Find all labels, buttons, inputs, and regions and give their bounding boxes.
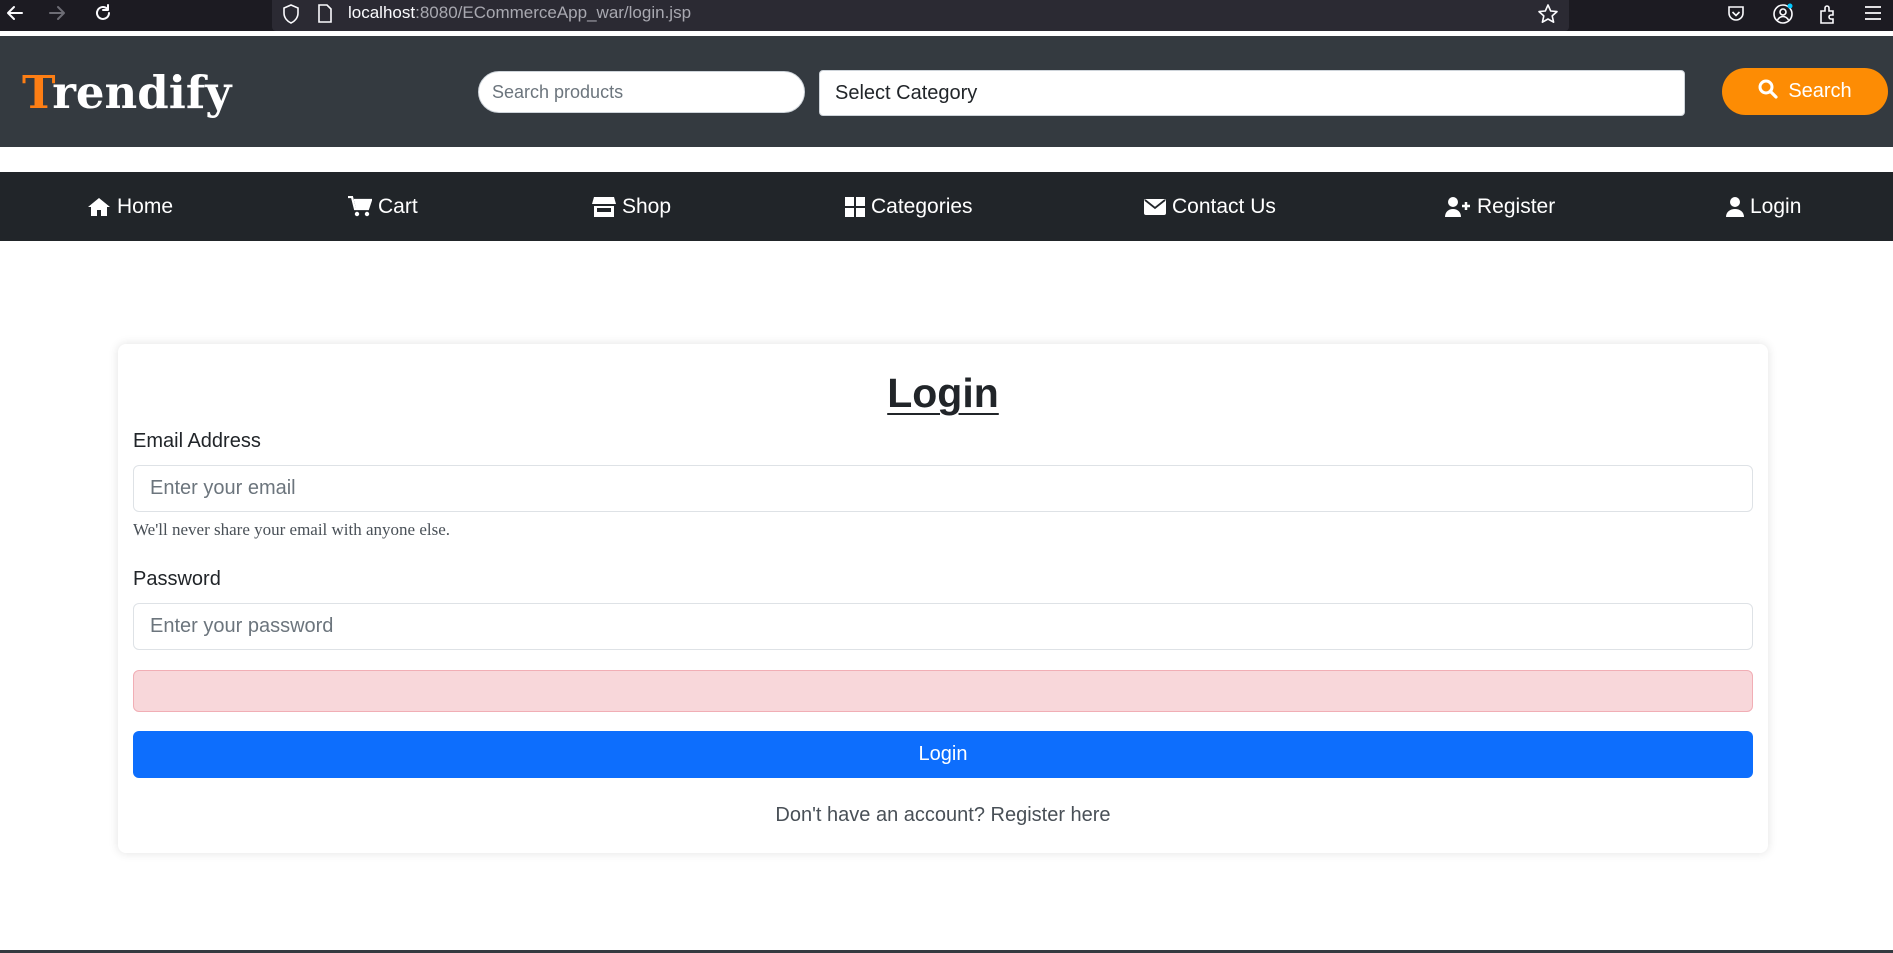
shield-icon[interactable] <box>282 4 300 29</box>
cart-icon <box>348 195 372 218</box>
error-alert <box>133 670 1753 712</box>
register-link[interactable]: Don't have an account? Register here <box>118 804 1768 827</box>
search-button-label: Search <box>1788 80 1852 102</box>
login-button[interactable]: Login <box>133 731 1753 778</box>
nav-item-login[interactable]: Login <box>1726 172 1801 241</box>
grid-icon <box>845 196 865 217</box>
nav-item-shop[interactable]: Shop <box>592 172 671 241</box>
menu-icon[interactable] <box>1864 5 1882 26</box>
nav-item-label: Home <box>117 194 174 218</box>
search-input[interactable] <box>478 71 805 113</box>
bookmark-star-icon[interactable] <box>1537 3 1559 30</box>
email-label: Email Address <box>133 430 261 452</box>
user-plus-icon <box>1445 196 1471 217</box>
pocket-icon[interactable] <box>1726 4 1746 29</box>
category-select-value: Select Category <box>835 81 978 104</box>
nav-item-categories[interactable]: Categories <box>845 172 973 241</box>
search-button[interactable]: Search <box>1722 68 1888 115</box>
nav-item-home[interactable]: Home <box>87 172 173 241</box>
page-icon[interactable] <box>317 4 333 28</box>
nav-item-label: Cart <box>378 194 418 218</box>
nav-item-label: Contact Us <box>1172 194 1276 218</box>
browser-toolbar: localhost:8080/ECommerceApp_war/login.js… <box>0 0 1893 31</box>
email-help-text: We'll never share your email with anyone… <box>133 520 451 539</box>
email-field[interactable] <box>133 465 1753 512</box>
forward-arrow-icon[interactable] <box>42 0 72 26</box>
brand-logo[interactable]: Trendify <box>22 66 231 119</box>
page-title: Login <box>887 370 999 416</box>
envelope-icon <box>1144 198 1166 216</box>
login-card: Login Email Address We'll never share yo… <box>118 344 1768 853</box>
account-icon[interactable] <box>1772 3 1794 30</box>
url-text[interactable]: localhost:8080/ECommerceApp_war/login.js… <box>348 3 691 23</box>
user-icon <box>1726 196 1744 217</box>
nav-item-label: Login <box>1750 194 1802 218</box>
category-select[interactable]: Select Category <box>819 70 1685 116</box>
home-icon <box>87 197 111 217</box>
password-label: Password <box>133 568 221 590</box>
main-navbar: Home Cart Shop Categories Contact Us Reg… <box>0 172 1893 241</box>
nav-item-label: Register <box>1477 194 1556 218</box>
password-field[interactable] <box>133 603 1753 650</box>
url-bar[interactable]: localhost:8080/ECommerceApp_war/login.js… <box>272 0 1569 31</box>
search-icon <box>1758 79 1778 105</box>
nav-item-register[interactable]: Register <box>1445 172 1555 241</box>
nav-item-label: Shop <box>622 194 672 218</box>
extensions-icon[interactable] <box>1818 3 1838 30</box>
nav-item-label: Categories <box>871 194 973 218</box>
site-header: Trendify Select Category Search <box>0 36 1893 147</box>
store-icon <box>592 196 616 218</box>
nav-item-contact-us[interactable]: Contact Us <box>1144 172 1276 241</box>
login-button-label: Login <box>918 743 968 765</box>
back-arrow-icon[interactable] <box>0 0 30 26</box>
nav-item-cart[interactable]: Cart <box>348 172 418 241</box>
reload-icon[interactable] <box>88 0 118 26</box>
